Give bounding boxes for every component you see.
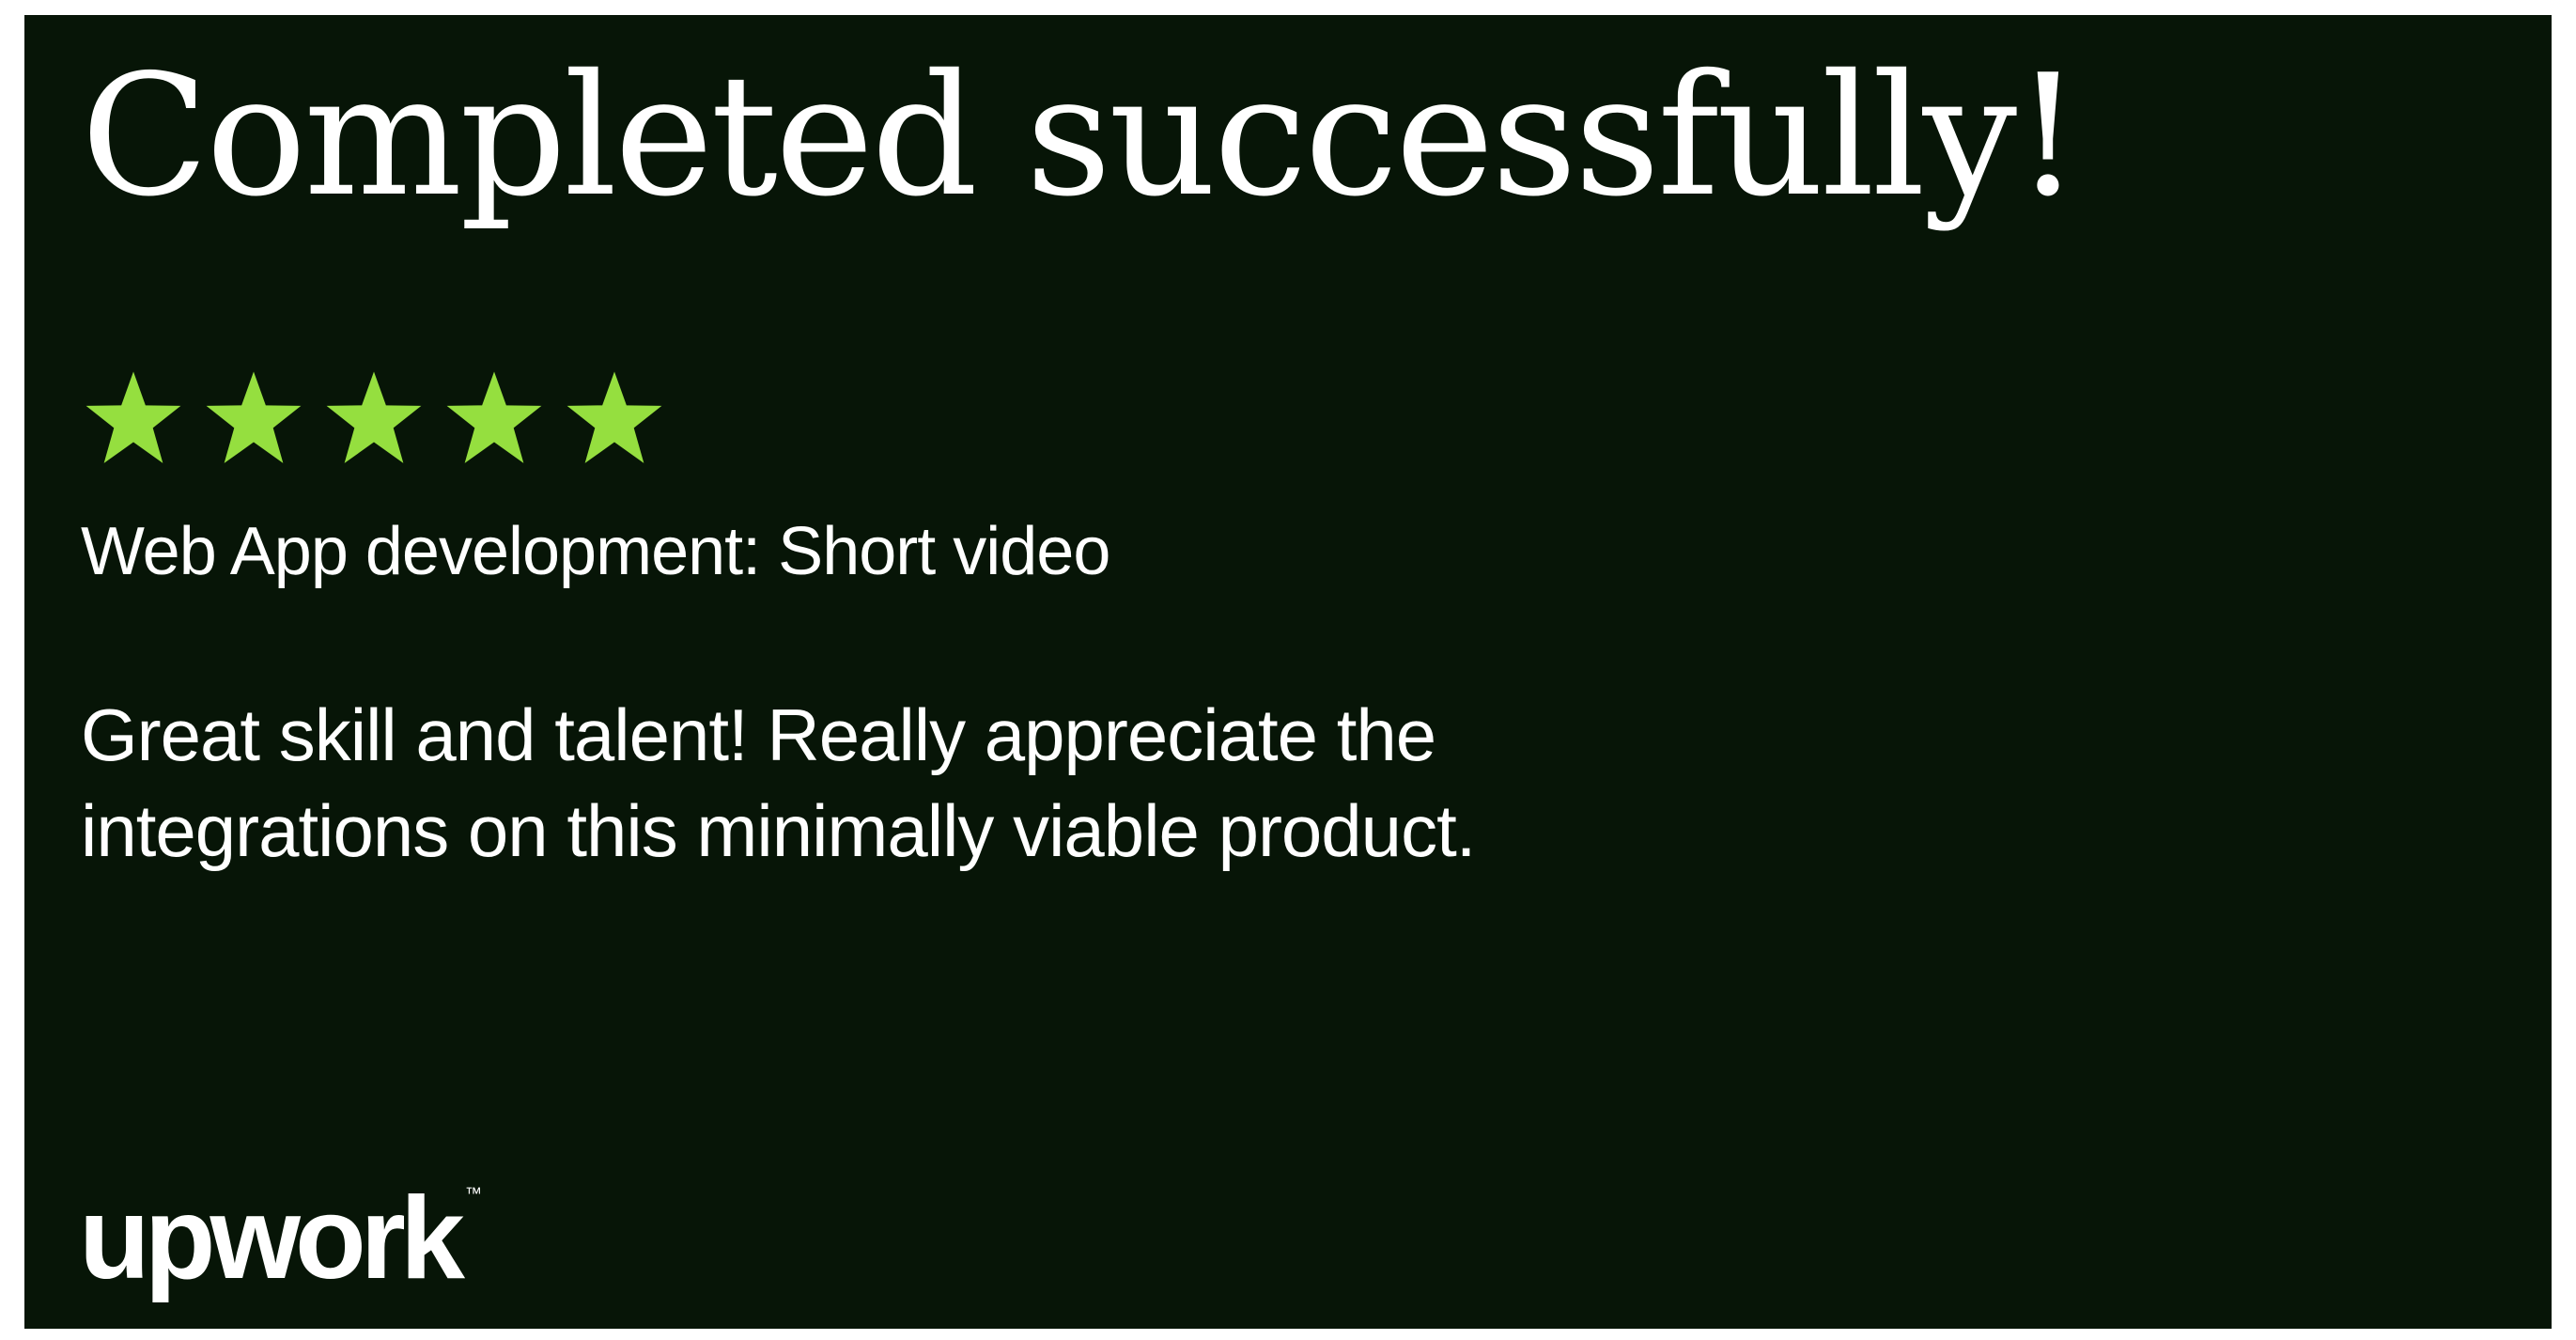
review-text: Great skill and talent! Really appreciat… — [81, 693, 1476, 872]
star-icon — [201, 367, 306, 473]
project-name: Web App development: Short video — [81, 514, 1110, 589]
trademark-symbol: ™ — [464, 1184, 482, 1203]
star-icon — [321, 367, 427, 473]
star-rating — [81, 367, 667, 473]
logo-wordmark: upwork — [79, 1174, 465, 1303]
star-icon — [562, 367, 667, 473]
star-icon — [81, 367, 186, 473]
page-title: Completed successfully! — [81, 39, 2082, 233]
star-icon — [442, 367, 547, 473]
upwork-logo: upwork ™ — [79, 1180, 482, 1297]
review-card: Completed successfully! Web App developm… — [24, 15, 2552, 1329]
